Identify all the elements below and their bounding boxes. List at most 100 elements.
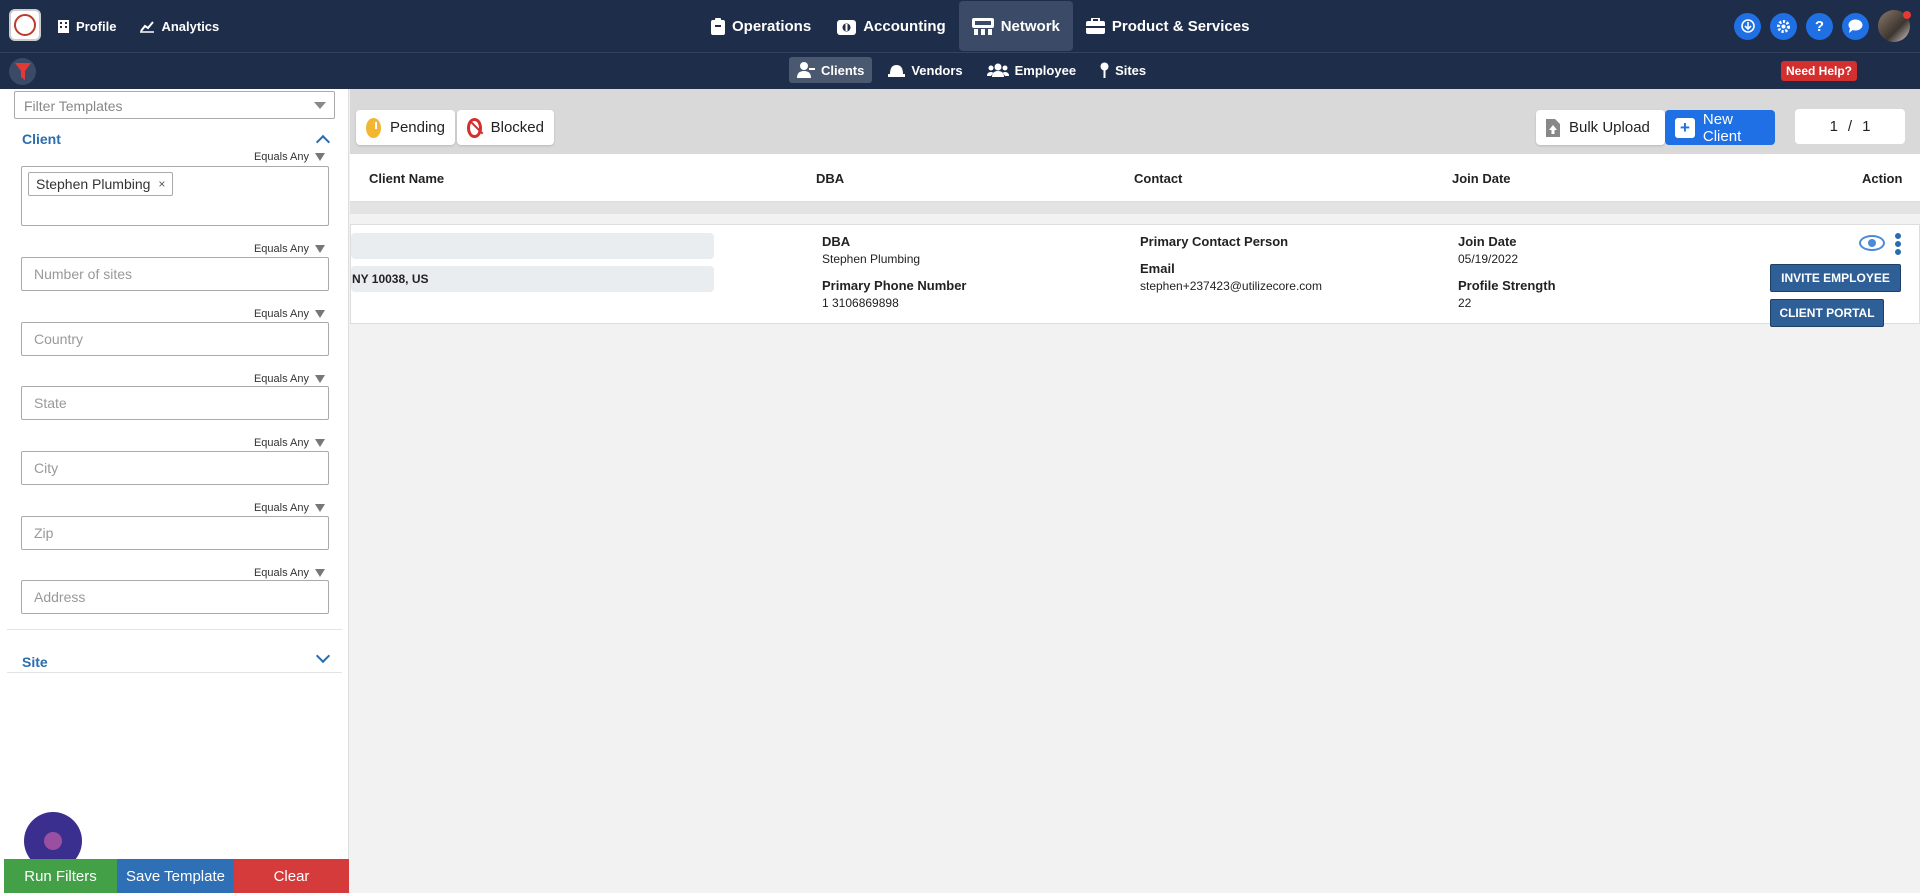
subnav-sites[interactable]: Sites bbox=[1092, 57, 1154, 83]
caret-down-icon bbox=[315, 310, 325, 318]
site-section-title[interactable]: Site bbox=[22, 654, 48, 670]
email-value[interactable]: stephen+237423@utilizecore.com bbox=[1140, 279, 1322, 293]
table-row[interactable]: NY 10038, US DBA Stephen Plumbing Primar… bbox=[350, 224, 1920, 327]
nav-network[interactable]: Network bbox=[958, 1, 1073, 51]
clock-icon bbox=[366, 117, 381, 138]
run-filters-button[interactable]: Run Filters bbox=[4, 859, 117, 893]
invite-employee-button[interactable]: INVITE EMPLOYEE bbox=[1770, 264, 1901, 292]
client-portal-button[interactable]: CLIENT PORTAL bbox=[1770, 299, 1884, 327]
save-template-button[interactable]: Save Template bbox=[117, 859, 234, 893]
filter-templates-select[interactable]: Filter Templates bbox=[14, 91, 335, 119]
equals-any-selector[interactable]: Equals Any bbox=[254, 151, 325, 163]
download-button[interactable] bbox=[1734, 12, 1761, 40]
user-avatar[interactable] bbox=[1878, 10, 1911, 42]
header-strip bbox=[350, 202, 1920, 214]
client-address-cell: NY 10038, US bbox=[351, 266, 714, 292]
nav-operations-label: Operations bbox=[732, 17, 812, 35]
equals-any-label: Equals Any bbox=[253, 308, 309, 320]
more-options-icon[interactable] bbox=[1895, 233, 1901, 255]
nav-operations[interactable]: Operations bbox=[698, 1, 824, 51]
join-date-value: 05/19/2022 bbox=[1458, 252, 1519, 266]
settings-button[interactable] bbox=[1770, 12, 1797, 40]
equals-any-selector[interactable]: Equals Any bbox=[254, 437, 325, 449]
filter-sidebar: Filter Templates Client Equals Any Steph… bbox=[0, 89, 349, 893]
top-navbar: Profile Analytics Operations Accounting … bbox=[0, 0, 1920, 52]
equals-any-selector[interactable]: Equals Any bbox=[254, 373, 325, 385]
subnav-clients-label: Clients bbox=[821, 62, 865, 78]
column-dba[interactable]: DBA bbox=[816, 171, 844, 186]
client-name-field[interactable]: Stephen Plumbing × bbox=[21, 166, 329, 226]
equals-any-selector[interactable]: Equals Any bbox=[254, 243, 325, 255]
help-button[interactable]: ? bbox=[1806, 12, 1833, 40]
subnav-employee[interactable]: Employee bbox=[979, 57, 1084, 83]
money-icon bbox=[837, 19, 857, 35]
join-date-label: Join Date bbox=[1458, 234, 1517, 249]
column-client-name[interactable]: Client Name bbox=[369, 171, 444, 186]
main-content: Pending Blocked Bulk Upload + New Client… bbox=[350, 89, 1920, 893]
equals-any-label: Equals Any bbox=[253, 243, 309, 255]
equals-any-selector[interactable]: Equals Any bbox=[254, 308, 325, 320]
table-header: Client Name DBA Contact Join Date Action bbox=[350, 154, 1920, 202]
network-icon bbox=[971, 17, 994, 35]
company-logo[interactable] bbox=[9, 9, 41, 41]
nav-analytics-label: Analytics bbox=[161, 18, 220, 34]
pagination[interactable]: 1 / 1 bbox=[1795, 109, 1905, 144]
eye-icon[interactable] bbox=[1859, 235, 1885, 251]
caret-down-icon bbox=[315, 245, 325, 253]
city-placeholder: City bbox=[34, 460, 59, 476]
caret-down-icon bbox=[315, 439, 325, 447]
zip-placeholder: Zip bbox=[34, 525, 54, 541]
zip-field[interactable]: Zip bbox=[21, 516, 329, 550]
subnav-vendors[interactable]: Vendors bbox=[880, 57, 970, 83]
country-field[interactable]: Country bbox=[21, 322, 329, 356]
chevron-up-icon[interactable] bbox=[315, 134, 331, 150]
filter-actions: Run Filters Save Template Clear bbox=[4, 859, 349, 893]
briefcase-icon bbox=[1085, 18, 1105, 34]
equals-any-label: Equals Any bbox=[253, 502, 309, 514]
nav-products-services[interactable]: Product & Services bbox=[1073, 1, 1263, 51]
subnav-clients[interactable]: Clients bbox=[789, 57, 873, 83]
column-join-date[interactable]: Join Date bbox=[1452, 171, 1511, 186]
nav-products-label: Product & Services bbox=[1111, 17, 1250, 35]
chip-label: Stephen Plumbing bbox=[36, 176, 151, 192]
file-upload-icon bbox=[1546, 118, 1560, 137]
contact-person-label: Primary Contact Person bbox=[1140, 234, 1289, 249]
need-help-button[interactable]: Need Help? bbox=[1781, 61, 1858, 81]
page-total: 1 bbox=[1862, 118, 1871, 135]
column-contact[interactable]: Contact bbox=[1134, 171, 1182, 186]
nav-accounting-label: Accounting bbox=[863, 17, 946, 35]
plus-icon: + bbox=[1675, 117, 1695, 138]
blocked-filter-button[interactable]: Blocked bbox=[457, 110, 554, 145]
city-field[interactable]: City bbox=[21, 451, 329, 485]
pending-label: Pending bbox=[389, 119, 445, 136]
equals-any-label: Equals Any bbox=[253, 437, 309, 449]
address-field[interactable]: Address bbox=[21, 580, 329, 614]
sub-navbar: Clients Vendors Employee Sites Need Help… bbox=[0, 52, 1920, 89]
equals-any-selector[interactable]: Equals Any bbox=[254, 502, 325, 514]
nav-analytics[interactable]: Analytics bbox=[140, 19, 219, 34]
filter-toggle-button[interactable] bbox=[9, 58, 36, 85]
help-icon: ? bbox=[1814, 17, 1825, 35]
pending-filter-button[interactable]: Pending bbox=[356, 110, 455, 145]
section-divider bbox=[7, 629, 342, 630]
new-client-button[interactable]: + New Client bbox=[1665, 110, 1775, 145]
section-divider bbox=[7, 672, 342, 673]
subnav-sites-label: Sites bbox=[1115, 62, 1147, 78]
subnav-employee-label: Employee bbox=[1014, 62, 1077, 78]
nav-accounting[interactable]: Accounting bbox=[824, 1, 959, 51]
chip-remove-icon[interactable]: × bbox=[158, 177, 165, 191]
clear-button[interactable]: Clear bbox=[234, 859, 349, 893]
blocked-icon bbox=[467, 117, 482, 138]
equals-any-selector[interactable]: Equals Any bbox=[254, 567, 325, 579]
bulk-upload-button[interactable]: Bulk Upload bbox=[1536, 110, 1665, 145]
state-field[interactable]: State bbox=[21, 386, 329, 420]
nav-profile[interactable]: Profile bbox=[58, 19, 116, 34]
number-of-sites-field[interactable]: Number of sites bbox=[21, 257, 329, 291]
pin-icon bbox=[1100, 62, 1109, 78]
client-section-title[interactable]: Client bbox=[22, 131, 61, 147]
clipboard-icon bbox=[711, 17, 725, 35]
chat-button[interactable] bbox=[1842, 12, 1869, 40]
chevron-down-icon[interactable] bbox=[315, 648, 331, 664]
hardhat-icon bbox=[888, 64, 906, 77]
profile-strength-label: Profile Strength bbox=[1458, 278, 1556, 293]
